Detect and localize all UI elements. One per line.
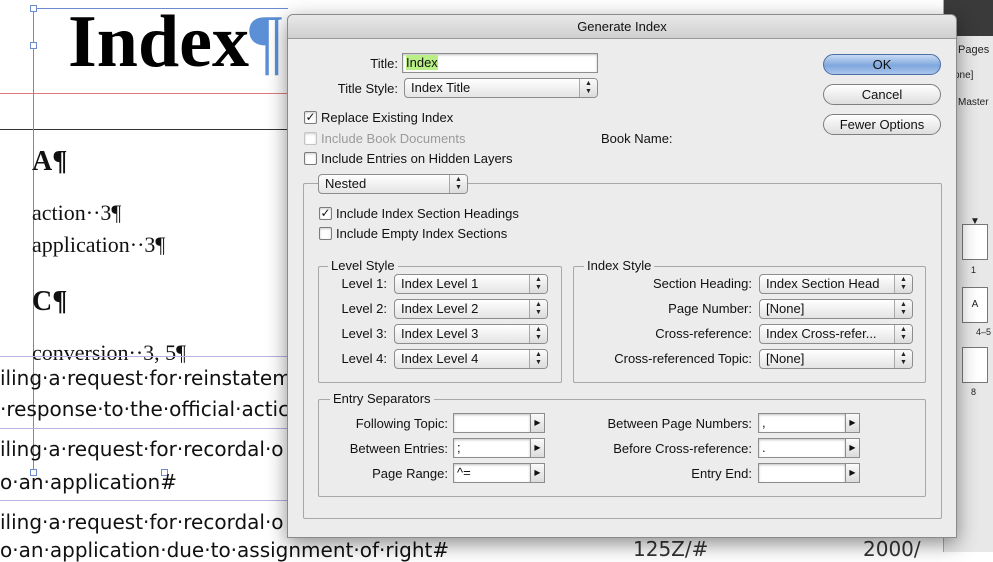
include-empty-sections-label: Include Empty Index Sections	[336, 226, 508, 241]
triangle-right-icon[interactable]: ▶	[846, 463, 860, 483]
triangle-right-icon[interactable]: ▶	[531, 438, 545, 458]
table-cell-text: 2000/	[863, 537, 921, 561]
entry-end-input[interactable]	[758, 463, 846, 483]
index-entry: application··3¶	[32, 232, 166, 257]
page-thumbnail[interactable]: A	[962, 287, 988, 323]
text-separator	[0, 356, 290, 357]
body-text-line: iling·a·request·for·reinstatem	[0, 366, 292, 390]
entry-separators-title: Entry Separators	[330, 391, 434, 407]
between-page-numbers-input[interactable]: ,	[758, 413, 846, 433]
title-input[interactable]: Index	[402, 53, 598, 73]
body-text-line: ·response·to·the·official·actic	[0, 397, 290, 421]
include-section-headings-label: Include Index Section Headings	[336, 206, 519, 221]
cross-reference-select[interactable]: Index Cross-refer... ▲ ▼	[759, 324, 913, 344]
frame-handle[interactable]	[30, 42, 37, 49]
fewer-options-button[interactable]: Fewer Options	[823, 114, 941, 135]
margin-guide	[0, 93, 290, 94]
document-index-title: Index¶	[68, 1, 283, 83]
ok-button[interactable]: OK	[823, 54, 941, 75]
chevron-updown-icon: ▲ ▼	[894, 325, 912, 343]
between-page-numbers-label: Between Page Numbers:	[607, 416, 752, 431]
include-empty-sections-checkbox[interactable]	[319, 227, 332, 240]
following-topic-label: Following Topic:	[355, 416, 448, 431]
chevron-updown-icon: ▲ ▼	[529, 325, 547, 343]
cross-referenced-topic-label: Cross-referenced Topic:	[614, 351, 752, 366]
format-select[interactable]: Nested ▲ ▼	[318, 174, 468, 194]
index-entry: action··3¶	[32, 200, 122, 225]
body-text-line: iling·a·request·for·recordal·o	[0, 510, 284, 534]
page-range-input[interactable]: ^=	[453, 463, 531, 483]
level-4-label: Level 4:	[341, 351, 387, 366]
page-number: 4–5	[976, 327, 992, 337]
triangle-right-icon[interactable]: ▶	[531, 413, 545, 433]
level-style-title: Level Style	[328, 258, 398, 274]
title-style-select[interactable]: Index Title ▲ ▼	[404, 78, 598, 98]
index-entry: conversion··3, 5¶	[32, 340, 187, 365]
text-separator	[0, 500, 290, 501]
triangle-right-icon[interactable]: ▶	[846, 438, 860, 458]
body-text-line: o·an·application·due·to·assignment·of·ri…	[0, 538, 450, 562]
chevron-updown-icon: ▲ ▼	[579, 79, 597, 97]
title-style-label: Title Style:	[337, 81, 398, 96]
page-thumbnail[interactable]	[962, 224, 988, 260]
tab-pages[interactable]: Pages	[958, 44, 989, 56]
cross-referenced-topic-select[interactable]: [None] ▲ ▼	[759, 349, 913, 369]
title-rule	[0, 129, 290, 130]
include-book-docs-label: Include Book Documents	[321, 131, 466, 146]
page-thumbnail[interactable]	[962, 347, 988, 383]
entry-end-label: Entry End:	[691, 466, 752, 481]
page-range-label: Page Range:	[372, 466, 448, 481]
include-book-docs-checkbox[interactable]	[304, 132, 317, 145]
index-style-title: Index Style	[584, 258, 655, 274]
chevron-updown-icon: ▲ ▼	[529, 350, 547, 368]
include-hidden-layers-label: Include Entries on Hidden Layers	[321, 151, 513, 166]
replace-existing-checkbox[interactable]: ✓	[304, 111, 317, 124]
before-cross-reference-label: Before Cross-reference:	[613, 441, 752, 456]
section-heading-label: Section Heading:	[652, 276, 752, 291]
index-letter-a: A¶	[32, 146, 68, 177]
page-number-label: Page Number:	[668, 301, 752, 316]
include-hidden-layers-checkbox[interactable]	[304, 152, 317, 165]
generate-index-dialog: Generate Index Title: Index Title Style:…	[287, 14, 957, 538]
cancel-button[interactable]: Cancel	[823, 84, 941, 105]
before-cross-reference-input[interactable]: .	[758, 438, 846, 458]
chevron-updown-icon: ▲ ▼	[894, 275, 912, 293]
text-separator	[0, 428, 290, 429]
chevron-updown-icon: ▲ ▼	[529, 300, 547, 318]
chevron-updown-icon: ▲ ▼	[449, 175, 467, 193]
body-text-line: o·an·application#	[0, 470, 177, 494]
between-entries-input[interactable]: ;	[453, 438, 531, 458]
page-number: 8	[971, 387, 977, 397]
triangle-right-icon[interactable]: ▶	[531, 463, 545, 483]
book-name-label: Book Name:	[601, 131, 673, 146]
between-entries-label: Between Entries:	[349, 441, 448, 456]
level-3-label: Level 3:	[341, 326, 387, 341]
text-frame-edge-top	[33, 8, 288, 9]
index-letter-c: C¶	[32, 286, 68, 317]
level-1-label: Level 1:	[341, 276, 387, 291]
level-2-label: Level 2:	[341, 301, 387, 316]
dialog-title[interactable]: Generate Index	[288, 15, 956, 39]
cross-reference-label: Cross-reference:	[655, 326, 752, 341]
level-1-select[interactable]: Index Level 1 ▲ ▼	[394, 274, 548, 294]
replace-existing-label: Replace Existing Index	[321, 110, 454, 125]
triangle-right-icon[interactable]: ▶	[846, 413, 860, 433]
following-topic-input[interactable]	[453, 413, 531, 433]
section-heading-select[interactable]: Index Section Head ▲ ▼	[759, 274, 913, 294]
chevron-updown-icon: ▲ ▼	[894, 300, 912, 318]
page-number-select[interactable]: [None] ▲ ▼	[759, 299, 913, 319]
chevron-updown-icon: ▲ ▼	[894, 350, 912, 368]
level-3-select[interactable]: Index Level 3 ▲ ▼	[394, 324, 548, 344]
level-2-select[interactable]: Index Level 2 ▲ ▼	[394, 299, 548, 319]
include-section-headings-checkbox[interactable]: ✓	[319, 207, 332, 220]
master-label[interactable]: Master	[958, 97, 989, 108]
title-label: Title:	[370, 56, 398, 71]
frame-handle[interactable]	[30, 5, 37, 12]
body-text-line: iling·a·request·for·recordal·o	[0, 437, 284, 461]
table-cell-text: 125Z/#	[633, 537, 709, 561]
page-number: 1	[971, 265, 977, 275]
level-4-select[interactable]: Index Level 4 ▲ ▼	[394, 349, 548, 369]
chevron-updown-icon: ▲ ▼	[529, 275, 547, 293]
